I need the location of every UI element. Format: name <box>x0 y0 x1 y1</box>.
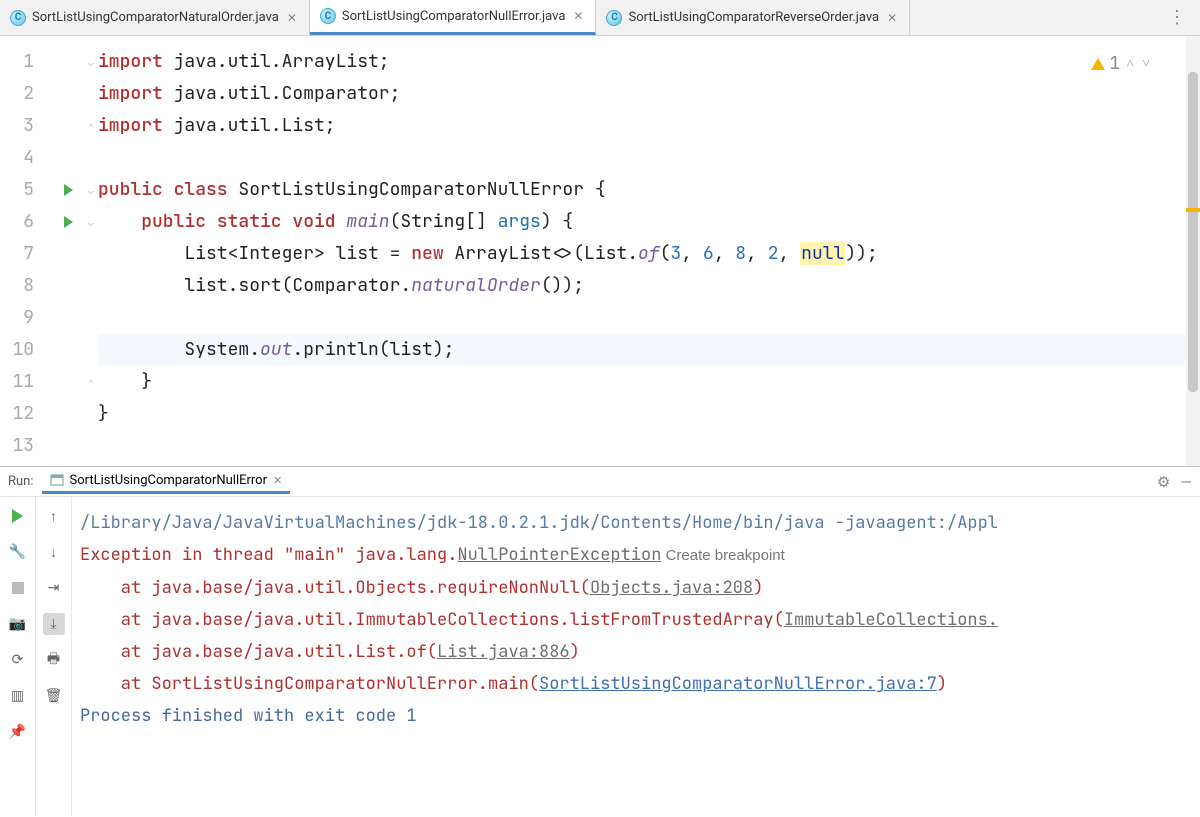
debug-rerun-icon[interactable]: ⟳ <box>7 649 29 671</box>
warning-icon <box>1091 58 1105 70</box>
java-class-icon: C <box>10 10 26 26</box>
console-command: /Library/Java/JavaVirtualMachines/jdk-18… <box>80 507 1196 539</box>
tab-label: SortListUsingComparatorNullError.java <box>342 9 566 24</box>
stack-link[interactable]: ImmutableCollections. <box>784 609 998 631</box>
tab-label: SortListUsingComparatorNaturalOrder.java <box>32 10 279 25</box>
stack-link-own[interactable]: SortListUsingComparatorNullError.java:7 <box>539 673 937 695</box>
run-toolbar-primary: 🔧 📷 ⟳ ▥ 📌 <box>0 497 36 816</box>
terminal-icon <box>50 473 64 487</box>
fold-column: ⌄⌃⌄⌄⌃ <box>88 36 98 466</box>
close-icon[interactable]: ✕ <box>285 11 299 25</box>
soft-wrap-icon[interactable]: ⇥ <box>43 577 65 599</box>
close-icon[interactable]: ✕ <box>273 474 282 487</box>
scroll-thumb[interactable] <box>1188 72 1198 392</box>
gear-icon[interactable]: ⚙ <box>1157 473 1170 491</box>
tab-overflow-menu[interactable]: ⋮ <box>1154 7 1200 28</box>
pin-icon[interactable]: 📌 <box>7 721 29 743</box>
editor-tab-bar: C SortListUsingComparatorNaturalOrder.ja… <box>0 0 1200 36</box>
create-breakpoint-hint[interactable]: Create breakpoint <box>661 547 784 564</box>
run-tool-window: Run: SortListUsingComparatorNullError ✕ … <box>0 466 1200 816</box>
stack-link[interactable]: Objects.java:208 <box>590 577 753 599</box>
editor-scrollbar[interactable] <box>1186 36 1200 466</box>
chevron-up-icon[interactable]: ˄ <box>1124 48 1136 80</box>
arrow-down-icon[interactable]: ↓ <box>43 541 65 563</box>
layout-icon[interactable]: ▥ <box>7 685 29 707</box>
rerun-button[interactable] <box>7 505 29 527</box>
chevron-down-icon[interactable]: ˅ <box>1140 48 1152 80</box>
code-editor[interactable]: 12345678910111213 ⌄⌃⌄⌄⌃ import java.util… <box>0 36 1200 466</box>
editor-tab[interactable]: C SortListUsingComparatorReverseOrder.ja… <box>596 0 910 35</box>
warning-count: 1 <box>1109 48 1120 80</box>
camera-icon[interactable]: 📷 <box>7 613 29 635</box>
editor-tab[interactable]: C SortListUsingComparatorNaturalOrder.ja… <box>0 0 310 35</box>
tab-label: SortListUsingComparatorReverseOrder.java <box>628 10 879 25</box>
console-output[interactable]: /Library/Java/JavaVirtualMachines/jdk-18… <box>72 497 1200 816</box>
close-icon[interactable]: ✕ <box>571 9 585 23</box>
trash-icon[interactable]: 🗑 <box>43 685 65 707</box>
warning-marker[interactable] <box>1186 208 1200 212</box>
editor-tab-active[interactable]: C SortListUsingComparatorNullError.java … <box>310 0 597 35</box>
gutter-icons <box>48 36 88 466</box>
run-config-name: SortListUsingComparatorNullError <box>70 473 267 488</box>
code-area[interactable]: import java.util.ArrayList; import java.… <box>98 36 1186 466</box>
arrow-up-icon[interactable]: ↑ <box>43 505 65 527</box>
exception-link[interactable]: NullPointerException <box>457 544 661 566</box>
inspection-widget[interactable]: 1 ˄ ˅ <box>1091 48 1152 80</box>
run-toolbar-secondary: ↑ ↓ ⇥ ⤓ 🖶 🗑 <box>36 497 72 816</box>
run-config-tab[interactable]: SortListUsingComparatorNullError ✕ <box>42 470 291 494</box>
line-number-gutter: 12345678910111213 <box>0 36 48 466</box>
run-header: Run: SortListUsingComparatorNullError ✕ … <box>0 467 1200 497</box>
minimize-icon[interactable]: — <box>1180 473 1192 491</box>
print-icon[interactable]: 🖶 <box>43 649 65 671</box>
close-icon[interactable]: ✕ <box>885 11 899 25</box>
run-line-marker[interactable] <box>48 206 88 238</box>
java-class-icon: C <box>320 8 336 24</box>
stop-button[interactable] <box>7 577 29 599</box>
wrench-icon[interactable]: 🔧 <box>7 541 29 563</box>
run-label: Run: <box>8 474 34 489</box>
stack-link[interactable]: List.java:886 <box>437 641 570 663</box>
scroll-to-end-icon[interactable]: ⤓ <box>43 613 65 635</box>
exit-code: Process finished with exit code 1 <box>80 700 1196 732</box>
java-class-icon: C <box>606 10 622 26</box>
run-line-marker[interactable] <box>48 174 88 206</box>
